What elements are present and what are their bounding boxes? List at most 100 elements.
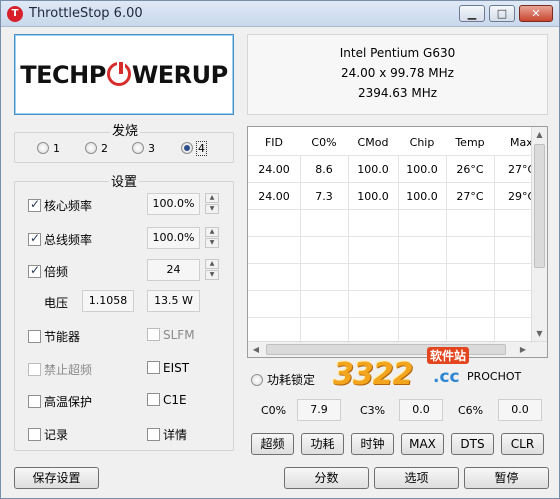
table-cell: 7.3 xyxy=(315,190,333,203)
site-watermark: 3322 软件站 .cc xyxy=(333,345,498,393)
scroll-left-icon[interactable]: ◀ xyxy=(248,342,264,357)
profile-radio-4[interactable]: 4 xyxy=(181,141,207,156)
spin-down-icon: ▼ xyxy=(205,204,219,214)
vertical-scrollbar[interactable]: ▲ ▼ xyxy=(531,127,547,342)
cpu-speed: 2394.63 MHz xyxy=(357,86,438,100)
table-cell: 8.6 xyxy=(315,163,333,176)
log-checkbox[interactable]: 记录 xyxy=(28,426,68,443)
multiplier-spinner[interactable]: ▲ ▼ xyxy=(205,259,219,281)
table-cell: 26°C xyxy=(456,163,484,176)
eist-checkbox[interactable]: EIST xyxy=(147,361,189,375)
save-settings-button[interactable]: 保存设置 xyxy=(14,467,99,489)
core-frequency-value: 100.0% xyxy=(147,193,200,215)
window-title: ThrottleStop 6.00 xyxy=(29,6,143,21)
c6-label: C6% xyxy=(458,404,484,417)
max-button[interactable]: MAX xyxy=(401,433,444,455)
core-frequency-spinner[interactable]: ▲ ▼ xyxy=(205,193,219,215)
options-button[interactable]: 选项 xyxy=(374,467,459,489)
c3-value: 0.0 xyxy=(399,399,443,421)
clr-button[interactable]: CLR xyxy=(501,433,544,455)
table-cell: 100.0 xyxy=(357,190,389,203)
power-saver-checkbox[interactable]: 节能器 xyxy=(28,328,80,345)
table-cell: 27°C xyxy=(456,190,484,203)
grid-line xyxy=(248,236,531,237)
prochot-protect-checkbox[interactable]: 高温保护 xyxy=(28,393,92,410)
maximize-button[interactable]: □ xyxy=(489,5,515,22)
grid-line xyxy=(248,290,531,291)
power-watts-value: 13.5 W xyxy=(147,290,200,312)
slfm-checkbox[interactable]: SLFM xyxy=(147,328,195,342)
scroll-right-icon[interactable]: ▶ xyxy=(515,342,531,357)
close-button[interactable]: ✕ xyxy=(519,5,553,22)
profile-radio-2[interactable]: 2 xyxy=(85,142,108,155)
core-frequency-checkbox[interactable]: 核心频率 xyxy=(28,197,92,214)
power-button[interactable]: 功耗 xyxy=(301,433,344,455)
c6-value: 0.0 xyxy=(498,399,542,421)
minimize-button[interactable]: ▁ xyxy=(459,5,485,22)
table-header: FID C0% CMod Chip Temp Max xyxy=(248,127,533,155)
watermark-tld: .cc xyxy=(433,367,460,387)
techpowerup-logo[interactable]: TECHP WERUP xyxy=(14,34,234,115)
voltage-label: 电压 xyxy=(44,296,69,310)
settings-group xyxy=(14,181,234,451)
spin-up-icon: ▲ xyxy=(205,259,219,269)
table-cell: 100.0 xyxy=(406,190,438,203)
c1e-checkbox[interactable]: C1E xyxy=(147,393,187,407)
grid-line xyxy=(248,317,531,318)
power-lock-radio[interactable]: 功耗锁定 xyxy=(251,371,315,388)
table-cell: 24.00 xyxy=(258,190,290,203)
profile-radio-1[interactable]: 1 xyxy=(37,142,60,155)
cpu-stats-table[interactable]: FID C0% CMod Chip Temp Max 24.00 8.6 100… xyxy=(247,126,548,358)
table-cell: 100.0 xyxy=(357,163,389,176)
spin-down-icon: ▼ xyxy=(205,270,219,280)
bus-frequency-spinner[interactable]: ▲ ▼ xyxy=(205,227,219,249)
c3-label: C3% xyxy=(360,404,386,417)
column-header[interactable]: C0% xyxy=(300,136,348,149)
watermark-site: 软件站 xyxy=(427,347,470,364)
score-button[interactable]: 分数 xyxy=(284,467,369,489)
column-header[interactable]: FID xyxy=(248,136,300,149)
c0-value: 7.9 xyxy=(297,399,341,421)
maximize-icon: □ xyxy=(496,7,508,20)
table-cell: 100.0 xyxy=(406,163,438,176)
cpu-info-panel: Intel Pentium G630 24.00 x 99.78 MHz 239… xyxy=(247,34,548,115)
pause-button[interactable]: 暂停 xyxy=(464,467,549,489)
throttlestop-window: T ThrottleStop 6.00 ▁ □ ✕ TECHP WERUP Int… xyxy=(0,0,560,499)
spin-up-icon: ▲ xyxy=(205,193,219,203)
details-checkbox[interactable]: 详情 xyxy=(147,426,187,443)
multiplier-checkbox[interactable]: 倍频 xyxy=(28,263,68,280)
table-cell: 24.00 xyxy=(258,163,290,176)
dts-button[interactable]: DTS xyxy=(451,433,494,455)
scroll-down-icon[interactable]: ▼ xyxy=(532,326,547,342)
profiles-label: 发烧 xyxy=(110,120,141,139)
clock-button[interactable]: 时钟 xyxy=(351,433,394,455)
title-bar[interactable]: T ThrottleStop 6.00 ▁ □ ✕ xyxy=(1,1,559,27)
grid-line xyxy=(248,263,531,264)
cpu-multiplier-bclk: 24.00 x 99.78 MHz xyxy=(341,66,454,80)
multiplier-value: 24 xyxy=(147,259,200,281)
disable-turbo-checkbox[interactable]: 禁止超频 xyxy=(28,361,92,378)
power-icon xyxy=(106,60,131,86)
logo-wordmark: TECHP WERUP xyxy=(20,60,228,89)
minimize-icon: ▁ xyxy=(467,7,477,20)
grid-line xyxy=(248,155,531,156)
c0-label: C0% xyxy=(261,404,287,417)
app-icon: T xyxy=(7,6,23,22)
scroll-thumb[interactable] xyxy=(534,144,545,268)
scroll-up-icon[interactable]: ▲ xyxy=(532,127,547,143)
close-icon: ✕ xyxy=(531,7,541,20)
cpu-name: Intel Pentium G630 xyxy=(339,46,456,60)
spin-up-icon: ▲ xyxy=(205,227,219,237)
grid-line xyxy=(248,209,531,210)
profile-radio-3[interactable]: 3 xyxy=(132,142,155,155)
column-header[interactable]: CMod xyxy=(348,136,398,149)
spin-down-icon: ▼ xyxy=(205,238,219,248)
bus-frequency-value: 100.0% xyxy=(147,227,200,249)
grid-line xyxy=(248,182,531,183)
voltage-value: 1.1058 xyxy=(82,290,134,312)
column-header[interactable]: Chip xyxy=(398,136,446,149)
bus-frequency-checkbox[interactable]: 总线频率 xyxy=(28,231,92,248)
column-header[interactable]: Temp xyxy=(446,136,494,149)
watermark-number: 3322 xyxy=(333,357,413,392)
overclock-button[interactable]: 超频 xyxy=(251,433,294,455)
